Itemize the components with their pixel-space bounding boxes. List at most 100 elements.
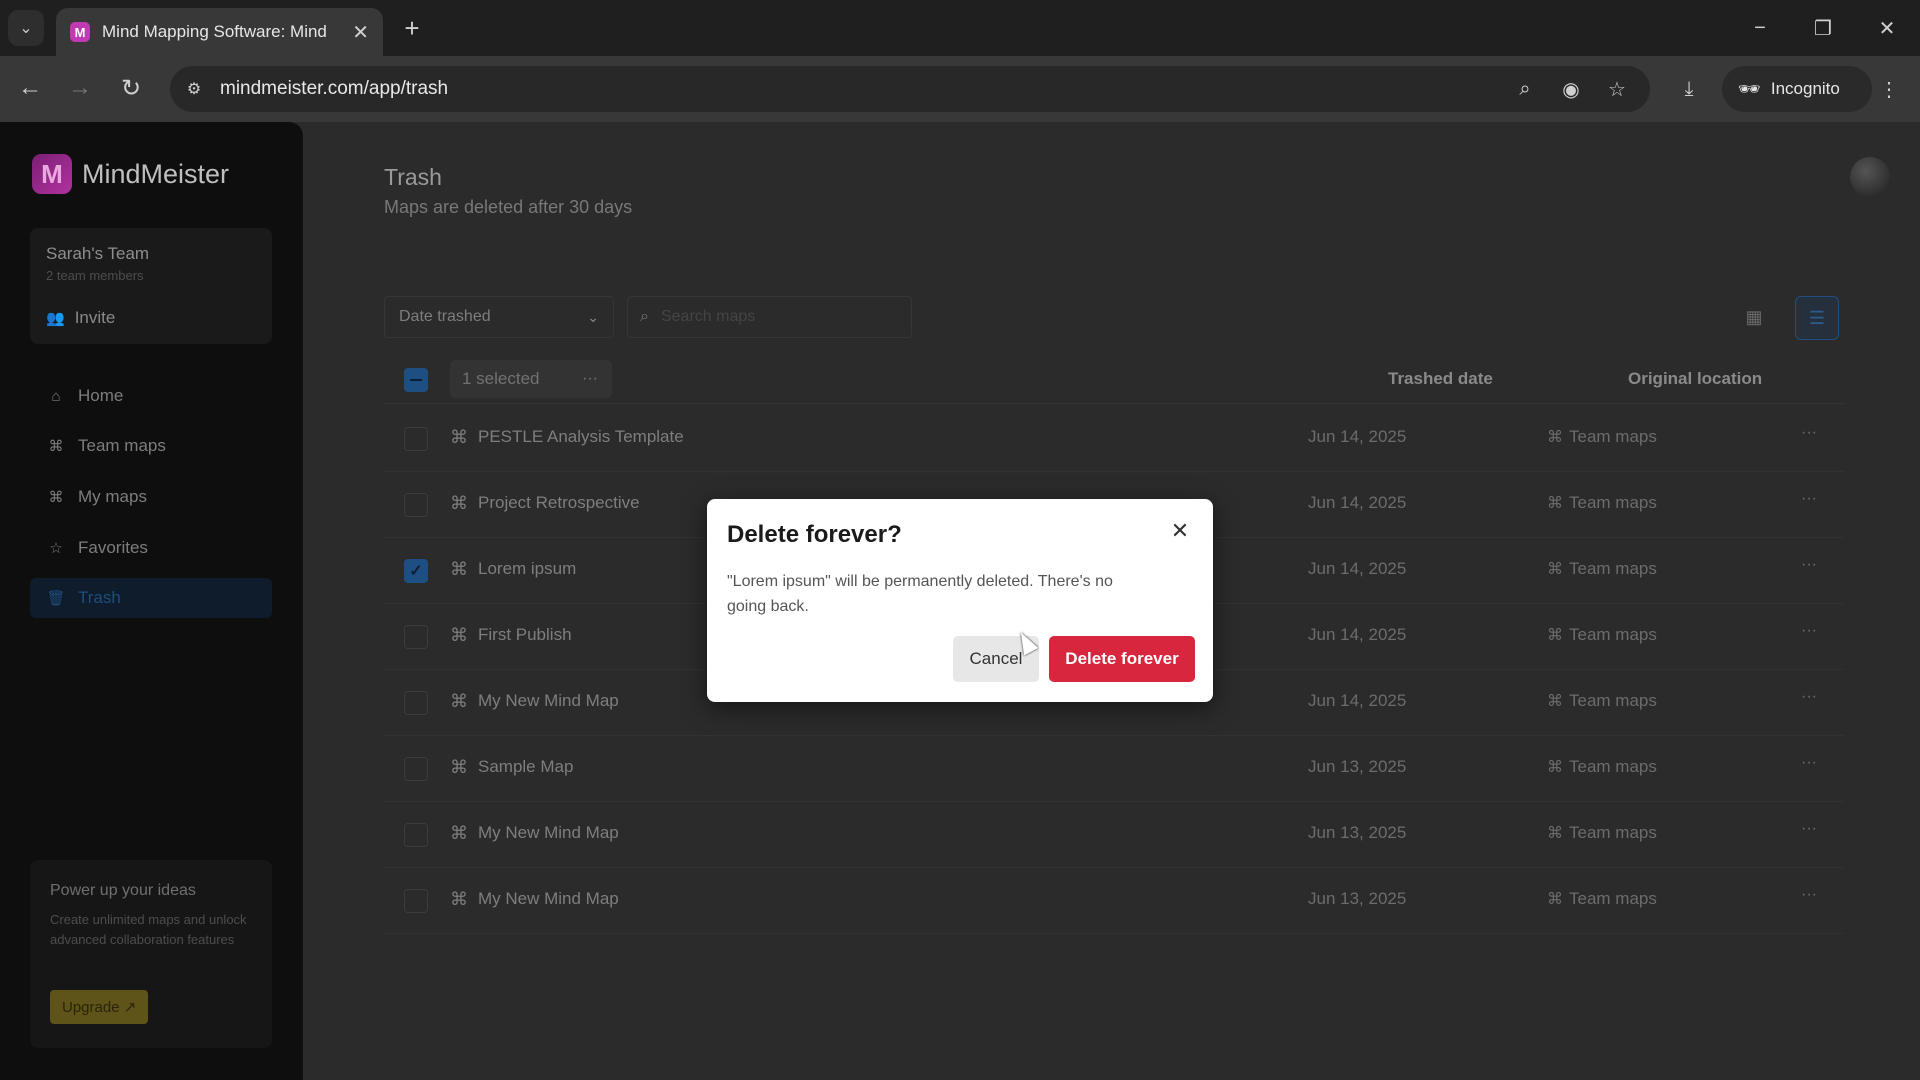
forward-arrow-icon[interactable]: → xyxy=(62,70,98,106)
sidebar-item-home[interactable]: ⌂ Home xyxy=(30,376,272,416)
sidebar-item-label: Favorites xyxy=(78,538,148,557)
site-info-icon[interactable]: ⚙ xyxy=(182,77,206,101)
row-more-options-icon[interactable]: ··· xyxy=(1794,556,1824,584)
team-maps-icon: ⌘ xyxy=(1547,627,1563,644)
page-title: Trash xyxy=(384,164,442,190)
restore-window-icon[interactable]: ❐ xyxy=(1807,12,1839,44)
team-maps-icon: ⌘ xyxy=(1547,891,1563,908)
minimize-window-icon[interactable]: − xyxy=(1744,12,1776,44)
team-name: Sarah's Team xyxy=(46,244,150,263)
search-box[interactable]: ⌕ xyxy=(627,296,912,338)
row-checkbox[interactable] xyxy=(404,757,428,781)
search-input[interactable] xyxy=(660,308,881,326)
row-more-options-icon[interactable]: ··· xyxy=(1794,754,1824,782)
location-label: Team maps xyxy=(1569,691,1657,710)
row-more-options-icon[interactable]: ··· xyxy=(1794,820,1824,848)
list-view-icon[interactable]: ☰ xyxy=(1795,296,1839,340)
sidebar-item-label: My maps xyxy=(78,487,147,506)
page-subtitle: Maps are deleted after 30 days xyxy=(384,197,633,217)
original-location: ⌘ Team maps xyxy=(1547,757,1657,777)
download-icon[interactable]: ⤓ xyxy=(1676,76,1702,102)
incognito-indicator[interactable]: 🕶 Incognito xyxy=(1722,66,1872,112)
close-icon[interactable]: ✕ xyxy=(1166,517,1194,545)
row-more-options-icon[interactable]: ··· xyxy=(1794,490,1824,518)
zoom-icon[interactable]: ⌕ xyxy=(1512,76,1538,102)
mind-map-icon: ⌘ xyxy=(450,493,468,513)
map-name[interactable]: PESTLE Analysis Template xyxy=(478,427,684,447)
browser-menu-icon[interactable]: ⋮ xyxy=(1876,76,1902,102)
brand-name: MindMeister xyxy=(82,158,230,189)
row-more-options-icon[interactable]: ··· xyxy=(1794,688,1824,716)
team-maps-icon: ⌘ xyxy=(1547,561,1563,578)
mind-map-icon: ⌘ xyxy=(450,625,468,645)
trashed-date: Jun 14, 2025 xyxy=(1308,559,1407,578)
sidebar-item-my-maps[interactable]: ⌘ My maps xyxy=(30,477,272,517)
team-maps-icon: ⌘ xyxy=(1547,825,1563,842)
new-tab-button[interactable]: + xyxy=(396,12,428,44)
sidebar-item-favorites[interactable]: ☆ Favorites xyxy=(30,528,272,568)
browser-tab[interactable]: M Mind Mapping Software: Mind ✕ xyxy=(56,8,383,56)
address-bar[interactable]: ⚙ mindmeister.com/app/trash ⌕ ◉ ☆ xyxy=(170,66,1650,112)
more-options-icon[interactable]: ··· xyxy=(582,370,598,388)
row-checkbox[interactable] xyxy=(404,427,428,451)
row-checkbox[interactable] xyxy=(404,625,428,649)
row-more-options-icon[interactable]: ··· xyxy=(1794,886,1824,914)
select-all-checkbox[interactable] xyxy=(404,368,428,392)
map-name[interactable]: Sample Map xyxy=(478,757,573,777)
invite-label: Invite xyxy=(74,308,116,327)
close-window-icon[interactable]: ✕ xyxy=(1871,12,1903,44)
selection-toolbar[interactable]: 1 selected ··· xyxy=(450,360,612,398)
sidebar-item-label: Trash xyxy=(78,588,121,607)
selection-count: 1 selected xyxy=(462,369,540,388)
eye-off-icon[interactable]: ◉ xyxy=(1558,76,1584,102)
sort-selected-label: Date trashed xyxy=(399,308,491,325)
back-arrow-icon[interactable]: ← xyxy=(12,70,48,106)
my-maps-icon: ⌘ xyxy=(48,489,64,506)
sidebar-item-trash[interactable]: 🗑 Trash xyxy=(30,578,272,618)
map-name[interactable]: Project Retrospective xyxy=(478,493,640,513)
row-checkbox[interactable] xyxy=(404,493,428,517)
map-name[interactable]: First Publish xyxy=(478,625,572,645)
original-location: ⌘ Team maps xyxy=(1547,823,1657,843)
map-name[interactable]: Lorem ipsum xyxy=(478,559,576,579)
close-tab-icon[interactable]: ✕ xyxy=(352,20,369,45)
incognito-label: Incognito xyxy=(1770,79,1840,98)
location-label: Team maps xyxy=(1569,427,1657,446)
map-name[interactable]: My New Mind Map xyxy=(478,823,619,843)
map-name[interactable]: My New Mind Map xyxy=(478,889,619,909)
tab-search-button[interactable]: ⌄ xyxy=(8,10,44,46)
grid-view-icon[interactable]: ▦ xyxy=(1735,298,1773,336)
mind-map-icon: ⌘ xyxy=(450,757,468,777)
trashed-date: Jun 14, 2025 xyxy=(1308,625,1407,644)
url-text[interactable]: mindmeister.com/app/trash xyxy=(220,78,448,100)
table-row[interactable]: ⌘ PESTLE Analysis Template Jun 14, 2025 ⌘ Te… xyxy=(384,406,1844,472)
row-more-options-icon[interactable]: ··· xyxy=(1794,622,1824,650)
reload-icon[interactable]: ↻ xyxy=(113,70,149,106)
team-maps-icon: ⌘ xyxy=(1547,759,1563,776)
invite-button[interactable]: 👥 Invite xyxy=(46,308,115,328)
row-checkbox[interactable] xyxy=(404,691,428,715)
bookmark-star-icon[interactable]: ☆ xyxy=(1604,76,1630,102)
trashed-date: Jun 14, 2025 xyxy=(1308,493,1407,512)
map-name[interactable]: My New Mind Map xyxy=(478,691,619,711)
upgrade-button[interactable]: Upgrade ↗ xyxy=(50,990,149,1024)
delete-forever-button[interactable]: Delete forever xyxy=(1049,636,1195,682)
avatar[interactable] xyxy=(1850,157,1890,197)
row-checkbox[interactable] xyxy=(404,823,428,847)
row-checkbox[interactable] xyxy=(404,889,428,913)
table-row[interactable]: ⌘ My New Mind Map Jun 13, 2025 ⌘ Team maps ··… xyxy=(384,802,1844,868)
column-header-original-location[interactable]: Original location xyxy=(1628,369,1762,389)
location-label: Team maps xyxy=(1569,559,1657,578)
row-more-options-icon[interactable]: ··· xyxy=(1794,424,1824,452)
brand[interactable]: M MindMeister xyxy=(32,154,229,194)
sort-dropdown[interactable]: Date trashed ⌄ xyxy=(384,296,614,338)
sidebar-item-team-maps[interactable]: ⌘ Team maps xyxy=(30,426,272,466)
table-row[interactable]: ⌘ My New Mind Map Jun 13, 2025 ⌘ Team maps ··… xyxy=(384,868,1844,934)
original-location: ⌘ Team maps xyxy=(1547,691,1657,711)
promo-title: Power up your ideas xyxy=(50,882,196,899)
column-header-trashed-date[interactable]: Trashed date xyxy=(1388,369,1493,389)
team-switcher[interactable]: Sarah's Team 2 team members 👥 Invite xyxy=(30,228,272,344)
table-row[interactable]: ⌘ Sample Map Jun 13, 2025 ⌘ Team maps ··· xyxy=(384,736,1844,802)
team-maps-icon: ⌘ xyxy=(48,438,64,455)
row-checkbox[interactable]: ✓ xyxy=(404,559,428,583)
